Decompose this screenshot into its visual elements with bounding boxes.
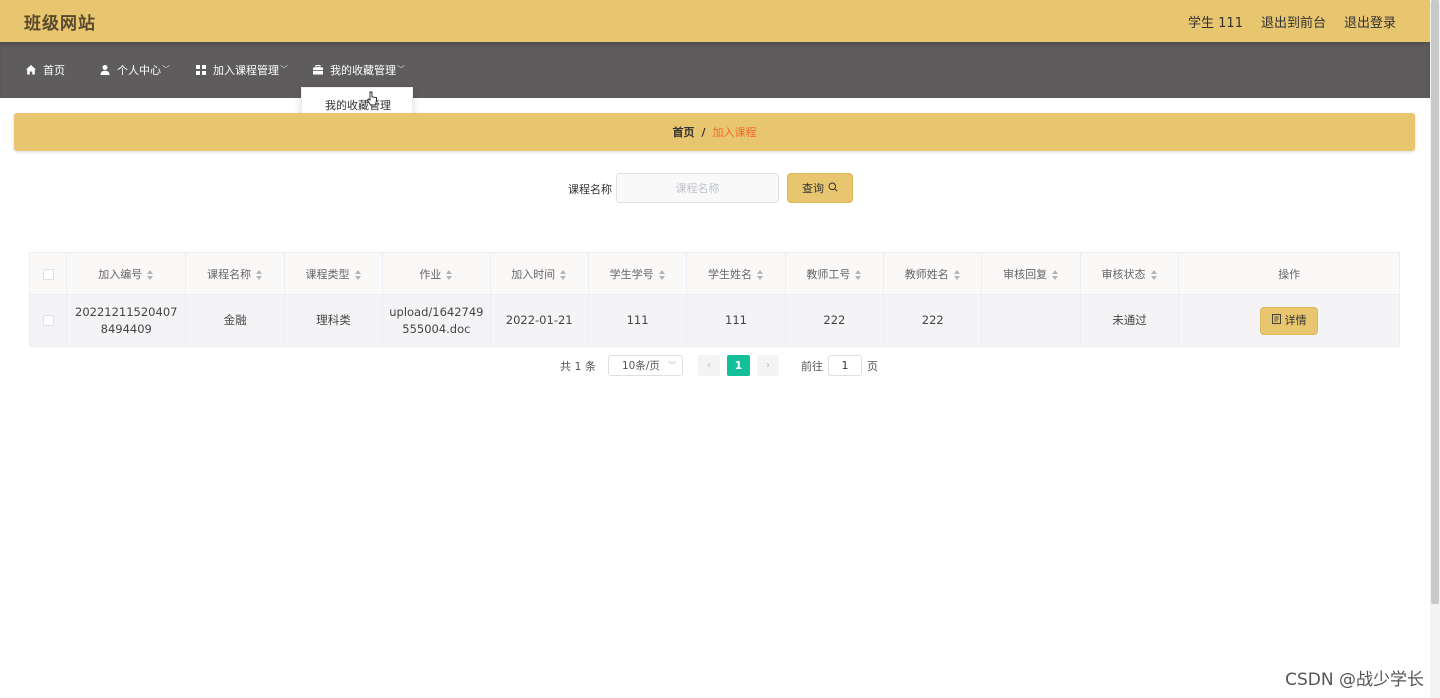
sort-icon[interactable] — [756, 269, 764, 280]
column-header[interactable]: 课程名称 — [185, 252, 285, 295]
prev-page-button[interactable]: ‹ — [698, 355, 720, 376]
column-header[interactable]: 加入时间 — [490, 252, 589, 295]
chevron-down-icon: ﹀ — [397, 64, 405, 74]
pagination: 共 1 条 10条/页 ﹀ ‹ 1 › 前往 页 — [560, 355, 878, 376]
column-header[interactable]: 教师姓名 — [883, 252, 983, 295]
nav-item-profile[interactable]: 个人中心 ﹀ — [99, 62, 170, 78]
sort-icon[interactable] — [147, 269, 154, 280]
search-icon — [828, 182, 838, 195]
row-select-cell[interactable] — [29, 294, 68, 347]
cell-student-name: 111 — [686, 294, 786, 347]
detail-button-label: 详情 — [1284, 314, 1307, 327]
home-icon — [25, 64, 37, 76]
nav-item-home[interactable]: 首页 — [25, 62, 65, 78]
chevron-down-icon: ﹀ — [668, 361, 676, 370]
scrollbar-thumb[interactable] — [1431, 0, 1439, 604]
sort-icon[interactable] — [1052, 269, 1059, 280]
column-header[interactable]: 课程类型 — [284, 252, 384, 295]
column-header[interactable]: 审核回复 — [981, 252, 1081, 295]
search-button[interactable]: 查询 — [787, 173, 853, 203]
page-suffix-label: 页 — [867, 359, 878, 373]
table-header-row: 加入编号 课程名称 课程类型 作业 加入时间 学生学号 学生姓名 教师工号 教师… — [29, 252, 1400, 295]
cell-course-name: 金融 — [185, 294, 285, 347]
sort-icon[interactable] — [256, 269, 263, 280]
dropdown-item-favorites[interactable]: 我的收藏管理 — [325, 99, 391, 112]
breadcrumb: 首页 / 加入课程 — [14, 113, 1415, 151]
detail-button[interactable]: 详情 — [1260, 306, 1319, 335]
search-button-label: 查询 — [802, 182, 824, 195]
page-number-active[interactable]: 1 — [727, 355, 750, 376]
sort-icon[interactable] — [446, 269, 453, 280]
briefcase-icon — [312, 64, 324, 76]
search-label: 课程名称 — [568, 183, 612, 196]
sort-icon[interactable] — [354, 269, 362, 280]
sort-icon[interactable] — [560, 269, 567, 280]
back-to-front-link[interactable]: 退出到前台 — [1261, 12, 1326, 31]
cell-homework: upload/1642749 555004.doc — [382, 294, 491, 347]
course-join-table: 加入编号 课程名称 课程类型 作业 加入时间 学生学号 学生姓名 教师工号 教师… — [29, 252, 1400, 347]
cell-review-reply — [981, 294, 1081, 347]
grid-icon — [195, 64, 207, 76]
cell-course-type: 理科类 — [284, 294, 384, 347]
column-header: 操作 — [1178, 252, 1400, 295]
nav-item-favorites[interactable]: 我的收藏管理 ﹀ — [312, 62, 405, 78]
sort-icon[interactable] — [953, 269, 961, 280]
nav-item-label: 首页 — [43, 64, 65, 77]
goto-label: 前往 — [801, 359, 823, 373]
header-links: 学生 111 退出到前台 退出登录 — [1188, 12, 1396, 31]
cell-review-status: 未通过 — [1080, 294, 1180, 347]
sort-icon[interactable] — [658, 269, 666, 280]
cell-actions: 详情 — [1178, 294, 1400, 347]
breadcrumb-current: 加入课程 — [712, 126, 757, 139]
watermark: CSDN @战少学长 — [1285, 670, 1424, 690]
sort-icon[interactable] — [855, 269, 862, 280]
cell-teacher-no: 222 — [785, 294, 885, 347]
table-row: 20221211520407 8494409 金融 理科类 upload/164… — [29, 294, 1400, 347]
cell-student-no: 111 — [588, 294, 688, 347]
current-user-label: 学生 111 — [1188, 16, 1243, 31]
cell-teacher-name: 222 — [883, 294, 983, 347]
column-header[interactable]: 加入编号 — [66, 252, 187, 295]
column-header[interactable]: 审核状态 — [1080, 252, 1180, 295]
select-all-cell[interactable] — [29, 252, 68, 295]
chevron-left-icon: ‹ — [707, 360, 711, 371]
column-header[interactable]: 学生姓名 — [686, 252, 786, 295]
goto-page-input[interactable] — [828, 355, 862, 376]
pagination-total: 共 1 条 — [560, 359, 596, 373]
select-all-checkbox[interactable] — [42, 268, 54, 280]
page-size-select[interactable]: 10条/页 ﹀ — [608, 355, 683, 376]
chevron-down-icon: ﹀ — [162, 64, 170, 74]
logout-link[interactable]: 退出登录 — [1344, 12, 1396, 31]
page-scrollbar[interactable] — [1430, 0, 1440, 698]
column-header[interactable]: 学生学号 — [588, 252, 688, 295]
column-header[interactable]: 教师工号 — [785, 252, 885, 295]
row-checkbox[interactable] — [42, 315, 54, 326]
mouse-pointer-icon — [366, 91, 378, 107]
nav-item-label: 加入课程管理 — [213, 64, 279, 77]
breadcrumb-separator: / — [701, 125, 706, 139]
top-header: 班级网站 学生 111 退出到前台 退出登录 — [0, 0, 1430, 42]
next-page-button[interactable]: › — [757, 355, 779, 376]
chevron-down-icon: ﹀ — [280, 64, 288, 74]
main-nav: 首页 个人中心 ﹀ 加入课程管理 ﹀ 我的收藏管理 ﹀ — [0, 42, 1430, 98]
user-icon — [99, 64, 111, 76]
nav-item-course-join[interactable]: 加入课程管理 ﹀ — [195, 62, 288, 78]
page-size-value: 10条/页 — [622, 360, 660, 372]
document-icon — [1271, 312, 1281, 329]
sort-icon[interactable] — [1150, 269, 1158, 280]
nav-item-label: 我的收藏管理 — [330, 64, 396, 77]
chevron-right-icon: › — [766, 360, 770, 371]
breadcrumb-home[interactable]: 首页 — [672, 124, 694, 140]
site-title: 班级网站 — [24, 14, 96, 34]
course-name-input[interactable] — [616, 173, 779, 203]
column-header[interactable]: 作业 — [382, 252, 491, 295]
nav-item-label: 个人中心 — [117, 64, 161, 77]
cell-join-time: 2022-01-21 — [490, 294, 589, 347]
cell-join-id: 20221211520407 8494409 — [66, 294, 187, 347]
